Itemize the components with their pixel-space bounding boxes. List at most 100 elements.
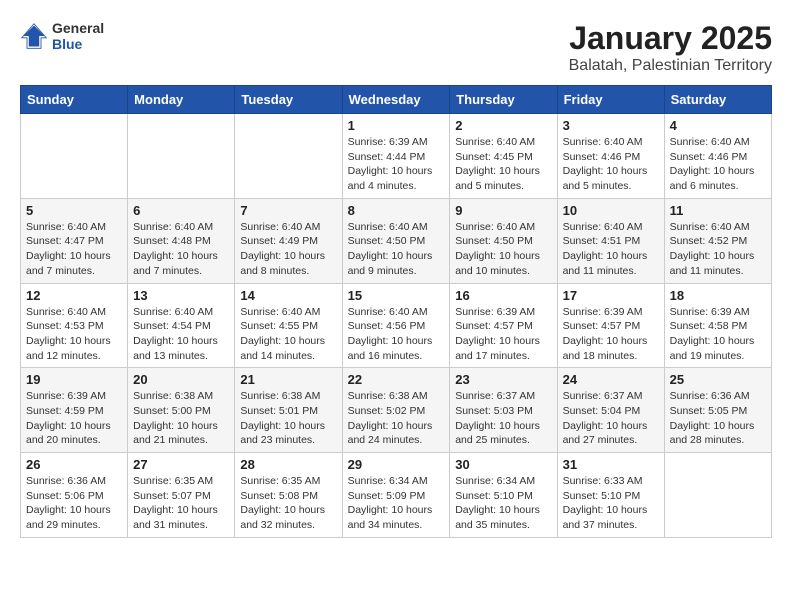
calendar: SundayMondayTuesdayWednesdayThursdayFrid…	[20, 85, 772, 538]
weekday-header-row: SundayMondayTuesdayWednesdayThursdayFrid…	[21, 86, 772, 114]
calendar-cell[interactable]: 21 Sunrise: 6:38 AMSunset: 5:01 PMDayligh…	[235, 368, 342, 453]
logo-general-text: General	[52, 20, 104, 36]
day-number: 30	[455, 457, 551, 472]
calendar-cell[interactable]: 18Sunrise: 6:39 AMSunset: 4:58 PMDayligh…	[664, 283, 771, 368]
day-number: 22	[348, 372, 445, 387]
calendar-cell[interactable]: 23 Sunrise: 6:37 AMSunset: 5:03 PMDayligh…	[450, 368, 557, 453]
day-number: 13	[133, 288, 229, 303]
header: General Blue January 2025 Balatah, Pales…	[20, 20, 772, 75]
calendar-cell[interactable]: 12 Sunrise: 6:40 AMSunset: 4:53 PMDayligh…	[21, 283, 128, 368]
calendar-cell[interactable]: 26 Sunrise: 6:36 AMSunset: 5:06 PMDayligh…	[21, 453, 128, 538]
day-number: 1	[348, 118, 445, 133]
calendar-cell[interactable]: 13 Sunrise: 6:40 AMSunset: 4:54 PMDayligh…	[128, 283, 235, 368]
calendar-cell[interactable]: 29Sunrise: 6:34 AMSunset: 5:09 PMDayligh…	[342, 453, 450, 538]
day-info: Sunrise: 6:39 AMSunset: 4:59 PMDaylight:…	[26, 389, 122, 448]
day-number: 26	[26, 457, 122, 472]
day-number: 9	[455, 203, 551, 218]
day-number: 20	[133, 372, 229, 387]
day-number: 2	[455, 118, 551, 133]
calendar-cell[interactable]: 8Sunrise: 6:40 AMSunset: 4:50 PMDaylight…	[342, 198, 450, 283]
day-info: Sunrise: 6:40 AMSunset: 4:45 PMDaylight:…	[455, 135, 551, 194]
day-info: Sunrise: 6:40 AMSunset: 4:48 PMDaylight:…	[133, 220, 229, 279]
day-info: Sunrise: 6:40 AMSunset: 4:49 PMDaylight:…	[240, 220, 336, 279]
calendar-cell[interactable]: 20Sunrise: 6:38 AMSunset: 5:00 PMDayligh…	[128, 368, 235, 453]
calendar-cell	[664, 453, 771, 538]
calendar-cell[interactable]: 5 Sunrise: 6:40 AMSunset: 4:47 PMDaylight…	[21, 198, 128, 283]
day-info: Sunrise: 6:34 AMSunset: 5:09 PMDaylight:…	[348, 474, 445, 533]
day-info: Sunrise: 6:39 AMSunset: 4:57 PMDaylight:…	[455, 305, 551, 364]
logo-blue-text: Blue	[52, 36, 104, 52]
day-number: 23	[455, 372, 551, 387]
calendar-cell[interactable]: 16 Sunrise: 6:39 AMSunset: 4:57 PMDayligh…	[450, 283, 557, 368]
calendar-cell[interactable]: 31 Sunrise: 6:33 AMSunset: 5:10 PMDayligh…	[557, 453, 664, 538]
calendar-cell[interactable]: 28Sunrise: 6:35 AMSunset: 5:08 PMDayligh…	[235, 453, 342, 538]
day-info: Sunrise: 6:36 AMSunset: 5:06 PMDaylight:…	[26, 474, 122, 533]
calendar-cell[interactable]: 30 Sunrise: 6:34 AMSunset: 5:10 PMDayligh…	[450, 453, 557, 538]
calendar-cell[interactable]: 17Sunrise: 6:39 AMSunset: 4:57 PMDayligh…	[557, 283, 664, 368]
day-info: Sunrise: 6:36 AMSunset: 5:05 PMDaylight:…	[670, 389, 766, 448]
weekday-header-friday: Friday	[557, 86, 664, 114]
calendar-cell[interactable]: 2 Sunrise: 6:40 AMSunset: 4:45 PMDaylight…	[450, 114, 557, 199]
logo-text: General Blue	[52, 20, 104, 52]
day-info: Sunrise: 6:38 AMSunset: 5:02 PMDaylight:…	[348, 389, 445, 448]
day-number: 12	[26, 288, 122, 303]
day-number: 18	[670, 288, 766, 303]
week-row-2: 5 Sunrise: 6:40 AMSunset: 4:47 PMDaylight…	[21, 198, 772, 283]
calendar-cell[interactable]: 25Sunrise: 6:36 AMSunset: 5:05 PMDayligh…	[664, 368, 771, 453]
day-number: 21	[240, 372, 336, 387]
calendar-cell[interactable]: 24 Sunrise: 6:37 AMSunset: 5:04 PMDayligh…	[557, 368, 664, 453]
calendar-cell[interactable]: 4 Sunrise: 6:40 AMSunset: 4:46 PMDaylight…	[664, 114, 771, 199]
calendar-cell[interactable]: 27 Sunrise: 6:35 AMSunset: 5:07 PMDayligh…	[128, 453, 235, 538]
week-row-4: 19 Sunrise: 6:39 AMSunset: 4:59 PMDayligh…	[21, 368, 772, 453]
day-number: 17	[563, 288, 659, 303]
weekday-header-sunday: Sunday	[21, 86, 128, 114]
weekday-header-wednesday: Wednesday	[342, 86, 450, 114]
day-number: 11	[670, 203, 766, 218]
logo: General Blue	[20, 20, 104, 52]
calendar-cell[interactable]: 9 Sunrise: 6:40 AMSunset: 4:50 PMDaylight…	[450, 198, 557, 283]
calendar-cell[interactable]: 3Sunrise: 6:40 AMSunset: 4:46 PMDaylight…	[557, 114, 664, 199]
calendar-cell[interactable]: 6Sunrise: 6:40 AMSunset: 4:48 PMDaylight…	[128, 198, 235, 283]
calendar-cell[interactable]: 14 Sunrise: 6:40 AMSunset: 4:55 PMDayligh…	[235, 283, 342, 368]
day-number: 19	[26, 372, 122, 387]
day-number: 24	[563, 372, 659, 387]
day-number: 31	[563, 457, 659, 472]
day-number: 4	[670, 118, 766, 133]
day-info: Sunrise: 6:38 AMSunset: 5:01 PMDaylight:…	[240, 389, 336, 448]
day-info: Sunrise: 6:37 AMSunset: 5:04 PMDaylight:…	[563, 389, 659, 448]
day-info: Sunrise: 6:40 AMSunset: 4:51 PMDaylight:…	[563, 220, 659, 279]
day-info: Sunrise: 6:39 AMSunset: 4:44 PMDaylight:…	[348, 135, 445, 194]
day-info: Sunrise: 6:33 AMSunset: 5:10 PMDaylight:…	[563, 474, 659, 533]
weekday-header-thursday: Thursday	[450, 86, 557, 114]
page-title: January 2025	[569, 20, 772, 57]
calendar-cell[interactable]: 1 Sunrise: 6:39 AMSunset: 4:44 PMDaylight…	[342, 114, 450, 199]
calendar-cell[interactable]: 11Sunrise: 6:40 AMSunset: 4:52 PMDayligh…	[664, 198, 771, 283]
day-number: 10	[563, 203, 659, 218]
day-number: 14	[240, 288, 336, 303]
calendar-cell	[128, 114, 235, 199]
weekday-header-monday: Monday	[128, 86, 235, 114]
day-number: 3	[563, 118, 659, 133]
day-info: Sunrise: 6:40 AMSunset: 4:53 PMDaylight:…	[26, 305, 122, 364]
day-info: Sunrise: 6:40 AMSunset: 4:55 PMDaylight:…	[240, 305, 336, 364]
calendar-cell[interactable]: 22 Sunrise: 6:38 AMSunset: 5:02 PMDayligh…	[342, 368, 450, 453]
logo-icon	[20, 22, 48, 50]
day-info: Sunrise: 6:35 AMSunset: 5:07 PMDaylight:…	[133, 474, 229, 533]
calendar-cell[interactable]: 15Sunrise: 6:40 AMSunset: 4:56 PMDayligh…	[342, 283, 450, 368]
calendar-cell[interactable]: 19 Sunrise: 6:39 AMSunset: 4:59 PMDayligh…	[21, 368, 128, 453]
day-info: Sunrise: 6:40 AMSunset: 4:47 PMDaylight:…	[26, 220, 122, 279]
day-number: 5	[26, 203, 122, 218]
day-info: Sunrise: 6:40 AMSunset: 4:46 PMDaylight:…	[670, 135, 766, 194]
day-info: Sunrise: 6:34 AMSunset: 5:10 PMDaylight:…	[455, 474, 551, 533]
day-number: 7	[240, 203, 336, 218]
calendar-cell[interactable]: 7 Sunrise: 6:40 AMSunset: 4:49 PMDaylight…	[235, 198, 342, 283]
day-info: Sunrise: 6:40 AMSunset: 4:50 PMDaylight:…	[455, 220, 551, 279]
day-number: 27	[133, 457, 229, 472]
day-info: Sunrise: 6:37 AMSunset: 5:03 PMDaylight:…	[455, 389, 551, 448]
calendar-cell[interactable]: 10 Sunrise: 6:40 AMSunset: 4:51 PMDayligh…	[557, 198, 664, 283]
day-info: Sunrise: 6:40 AMSunset: 4:54 PMDaylight:…	[133, 305, 229, 364]
day-number: 16	[455, 288, 551, 303]
title-block: January 2025 Balatah, Palestinian Territ…	[569, 20, 772, 75]
week-row-5: 26 Sunrise: 6:36 AMSunset: 5:06 PMDayligh…	[21, 453, 772, 538]
calendar-cell	[235, 114, 342, 199]
